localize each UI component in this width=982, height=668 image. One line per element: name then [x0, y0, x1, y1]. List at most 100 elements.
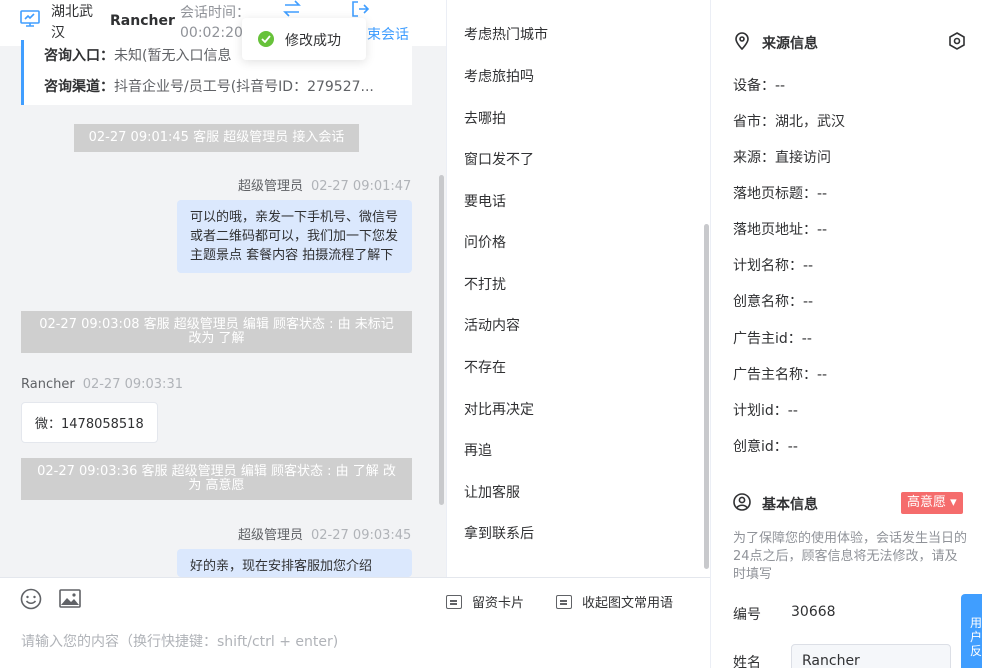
field-label: 广告主id：	[733, 331, 802, 347]
message-input[interactable]: 请输入您的内容（换行快捷键：shift/ctrl + enter)	[21, 631, 338, 651]
field-value: --	[803, 294, 814, 310]
field-label: 计划名称：	[733, 258, 803, 274]
lead-card-button[interactable]: 留资卡片	[446, 592, 524, 611]
image-icon[interactable]	[59, 588, 81, 610]
intent-status-dropdown[interactable]: 高意愿 ▾	[901, 492, 963, 514]
system-message: 02-27 09:03:08 客服 超级管理员 编辑 顾客状态 : 由 未标记 …	[21, 311, 412, 353]
phrase-item[interactable]: 再追	[464, 440, 492, 460]
system-message: 02-27 09:03:36 客服 超级管理员 编辑 顾客状态 : 由 了解 改…	[21, 458, 412, 500]
phrase-item[interactable]: 让加客服	[464, 482, 520, 502]
field-value: --	[817, 222, 828, 238]
phrase-item[interactable]: 问价格	[464, 232, 506, 252]
channel-row: 咨询渠道：抖音企业号/员工号(抖音号ID：279527...	[44, 76, 394, 96]
field-label: 设备：	[733, 78, 775, 94]
field-value: --	[787, 403, 798, 419]
creative-id-field: 创意id：--	[733, 436, 798, 456]
message-sender: 超级管理员	[238, 528, 304, 543]
phrase-item[interactable]: 拿到联系后	[464, 523, 534, 543]
field-label: 来源：	[733, 150, 775, 166]
field-value: --	[775, 78, 786, 94]
field-label: 落地页地址：	[733, 222, 817, 238]
province-field: 省市：湖北，武汉	[733, 111, 845, 131]
phrase-item[interactable]: 对比再决定	[464, 399, 534, 419]
phrase-item[interactable]: 活动内容	[464, 315, 520, 335]
phrase-item[interactable]: 考虑旅拍吗	[464, 66, 534, 86]
source-field: 来源：直接访问	[733, 147, 831, 167]
lead-card-label: 留资卡片	[472, 596, 525, 611]
landing-url-field: 落地页地址：--	[733, 219, 827, 239]
session-time-value: 00:02:20	[180, 25, 243, 41]
chat-scrollbar[interactable]	[439, 175, 444, 505]
collapse-phrases-button[interactable]: 收起图文常用语	[556, 592, 673, 611]
feedback-tab-label: 用户反	[970, 616, 982, 658]
field-value: 湖北，武汉	[775, 114, 845, 130]
monitor-icon	[20, 10, 40, 27]
basic-info-title: 基本信息	[762, 497, 818, 513]
phrase-item[interactable]: 窗口发不了	[464, 149, 534, 169]
phrase-scrollbar[interactable]	[704, 224, 709, 569]
phrase-item[interactable]: 不打扰	[464, 274, 506, 294]
outgoing-message: 好的亲，现在安排客服加您介绍	[177, 549, 412, 577]
field-label: 计划id：	[733, 403, 788, 419]
user-circle-icon	[733, 493, 751, 511]
phrase-item[interactable]: 不存在	[464, 357, 506, 377]
field-label: 落地页标题：	[733, 186, 817, 202]
quick-phrase-panel: 考虑热门城市 考虑旅拍吗 去哪拍 窗口发不了 要电话 问价格 不打扰 活动内容 …	[446, 0, 710, 577]
collapse-phrases-label: 收起图文常用语	[582, 596, 674, 611]
field-value: --	[801, 331, 812, 347]
advertiser-id-field: 广告主id：--	[733, 328, 812, 348]
exit-icon[interactable]	[350, 0, 370, 18]
field-label: 创意名称：	[733, 294, 803, 310]
entry-value: 未知(暂无入口信息	[114, 48, 232, 64]
message-sender: Rancher	[21, 377, 75, 392]
card-icon	[446, 595, 462, 609]
device-field: 设备：--	[733, 75, 785, 95]
message-time: 02-27 09:03:31	[82, 377, 183, 392]
message-input-area: 留资卡片 收起图文常用语 请输入您的内容（换行快捷键：shift/ctrl + …	[0, 577, 710, 668]
phrase-item[interactable]: 考虑热门城市	[464, 24, 548, 44]
plan-id-field: 计划id：--	[733, 400, 798, 420]
phrase-item[interactable]: 去哪拍	[464, 108, 506, 128]
check-circle-icon	[258, 31, 274, 47]
id-label: 编号	[733, 607, 761, 623]
incoming-message: 微：1478058518	[21, 402, 158, 443]
message-time: 02-27 09:03:45	[311, 528, 412, 543]
session-time-label: 会话时间：	[180, 5, 250, 21]
message-time: 02-27 09:01:47	[311, 179, 412, 194]
message-sender: 超级管理员	[238, 179, 304, 194]
settings-hex-icon[interactable]	[947, 31, 967, 51]
field-value: --	[803, 258, 814, 274]
toast-text: 修改成功	[285, 33, 341, 49]
chat-panel: 湖北武汉 Rancher 会话时间： 00:02:20 束会话 修改成功 咨询入…	[0, 0, 446, 668]
chat-icon	[556, 595, 572, 609]
plan-name-field: 计划名称：--	[733, 255, 813, 275]
advertiser-name-field: 广告主名称：--	[733, 364, 827, 384]
edit-notice: 为了保障您的使用体验，会话发生当日的24点之后，顾客信息将无法修改，请及时填写	[733, 531, 968, 582]
name-field[interactable]: Rancher	[791, 644, 951, 668]
feedback-tab[interactable]: 用户反	[961, 594, 982, 668]
message-meta: Rancher 02-27 09:03:31	[21, 377, 183, 392]
id-value: 30668	[791, 604, 836, 620]
system-message: 02-27 09:01:45 客服 超级管理员 接入会话	[74, 124, 359, 152]
field-value: --	[787, 439, 798, 455]
name-label: 姓名	[733, 655, 761, 668]
creative-name-field: 创意名称：--	[733, 291, 813, 311]
message-meta: 超级管理员 02-27 09:01:47	[238, 175, 411, 194]
landing-title-field: 落地页标题：--	[733, 183, 827, 203]
phrase-item[interactable]: 要电话	[464, 191, 506, 211]
entry-label: 咨询入口：	[44, 48, 114, 64]
channel-label: 咨询渠道：	[44, 79, 114, 95]
emoji-icon[interactable]	[20, 588, 42, 610]
customer-info-panel: 来源信息 设备：-- 省市：湖北，武汉 来源：直接访问 落地页标题：-- 落地页…	[710, 0, 982, 668]
field-label: 省市：	[733, 114, 775, 130]
customer-name: Rancher	[110, 13, 175, 29]
channel-value: 抖音企业号/员工号(抖音号ID：279527...	[114, 79, 374, 95]
field-label: 创意id：	[733, 439, 788, 455]
field-value: 直接访问	[775, 150, 831, 166]
customer-location: 湖北武汉	[51, 4, 93, 41]
outgoing-message: 可以的哦，亲发一下手机号、微信号或者二维码都可以，我们加一下您发主题景点 套餐内…	[177, 200, 412, 273]
transfer-icon[interactable]	[282, 0, 302, 18]
field-value: --	[817, 186, 828, 202]
field-value: --	[817, 367, 828, 383]
location-pin-icon	[735, 32, 749, 50]
